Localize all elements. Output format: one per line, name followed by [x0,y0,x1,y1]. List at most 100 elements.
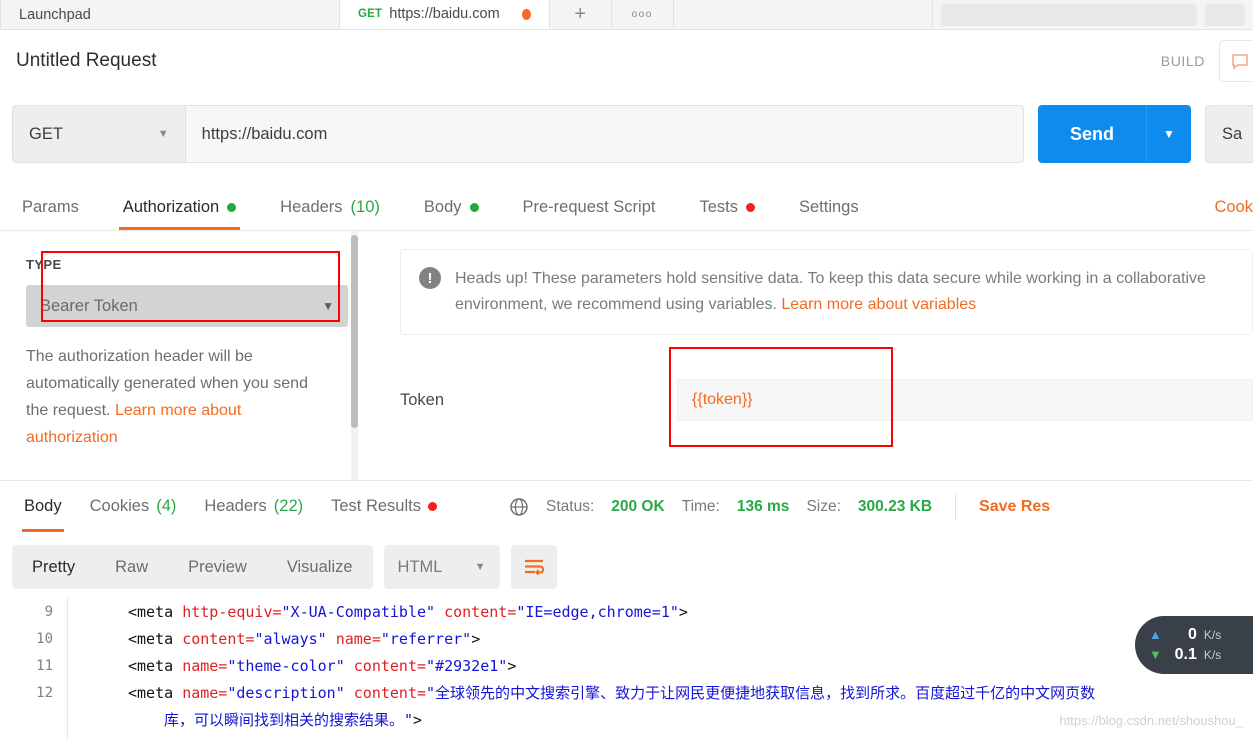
type-label: TYPE [26,257,62,272]
http-method-select[interactable]: GET ▼ [12,105,185,163]
line-number: 13 [0,733,68,740]
page-title: Untitled Request [16,50,157,71]
learn-more-variables-link[interactable]: Learn more about variables [781,296,976,313]
code-token: "#2932e1" [426,656,508,675]
exclamation-circle-icon: ! [419,267,441,289]
tab-label: Pre-request Script [522,198,656,216]
send-button-group: Send ▼ [1038,105,1191,163]
view-mode-visualize[interactable]: Visualize [267,545,373,589]
response-tab-cookies[interactable]: Cookies (4) [76,481,191,532]
arrow-up-icon: ▲ [1149,627,1162,642]
code-token: name= [182,656,228,675]
network-speed-widget[interactable]: ▲ 0 K/s ▼ 0.1 K/s [1135,616,1253,674]
tab-options-button[interactable]: ooo [611,0,674,29]
chevron-down-icon: ▼ [322,299,334,313]
code-line: 9 <meta http-equiv="X-UA-Compatible" cont… [0,598,1253,625]
scrollbar-thumb[interactable] [351,235,358,428]
code-text: 库，可以瞬间找到相关的搜索结果。"> [68,709,422,730]
format-value: HTML [397,557,443,576]
view-mode-segmented-control: Pretty Raw Preview Visualize [12,545,373,589]
postman-window: Launchpad GET https://baidu.com + ooo Un… [0,0,1253,740]
upload-speed-unit: K/s [1203,628,1222,642]
tab-label: Authorization [122,198,220,216]
method-value: GET [29,124,63,143]
header-right-controls: BUILD [1160,40,1253,82]
tab-request-get[interactable]: GET https://baidu.com [340,0,550,29]
code-token: "X-UA-Compatible" [281,602,436,621]
code-token: "always" [254,629,327,648]
status-label: Status: [546,497,595,515]
comment-button[interactable] [1219,40,1253,82]
tab-params[interactable]: Params [0,185,101,230]
code-token: <meta [128,684,183,702]
tab-count: (10) [350,198,380,216]
sensitive-data-notice: ! Heads up! These parameters hold sensit… [400,249,1253,335]
url-input[interactable]: https://baidu.com [184,105,1024,163]
comment-icon [1232,54,1248,70]
save-button[interactable]: Sa [1205,105,1253,163]
tab-label: Headers [280,198,343,216]
tab-launchpad[interactable]: Launchpad [0,0,340,29]
authorization-panel: TYPE Bearer Token ▼ The authorization he… [0,231,1253,480]
code-token: 库，可以瞬间找到相关的搜索结果。" [164,711,414,729]
response-format-select[interactable]: HTML ▼ [383,545,500,589]
url-row: GET ▼ https://baidu.com Send ▼ Sa [12,105,1253,163]
response-meta: Status: 200 OK Time: 136 ms Size: 300.23… [509,493,1050,520]
tab-settings[interactable]: Settings [777,185,881,230]
token-row: Token {{token}} [400,347,1253,447]
code-token: "referrer" [380,629,472,648]
status-dot-red [745,203,755,212]
tab-tests[interactable]: Tests [677,185,777,230]
cookies-link[interactable]: Cook [1214,185,1253,230]
code-token: <meta [128,656,183,675]
new-tab-button[interactable]: + [549,0,612,29]
code-token: <meta [128,602,183,621]
response-tab-body[interactable]: Body [10,481,76,532]
code-text: <meta name="theme-color" content="#2932e… [68,657,516,675]
view-mode-pretty[interactable]: Pretty [12,545,95,589]
code-token: "全球领先的中文搜索引擎、致力于让网民更便捷地获取信息，找到所求。百度超过千亿的… [426,684,1096,702]
word-wrap-button[interactable] [510,545,557,589]
response-tab-headers[interactable]: Headers (22) [190,481,317,532]
code-token: "theme-color" [227,656,345,675]
auth-panel-scrollbar[interactable] [351,231,358,480]
arrow-down-icon: ▼ [1149,647,1162,662]
tab-authorization[interactable]: Authorization [101,185,258,230]
code-token: "description" [227,684,345,702]
code-token: name= [182,684,228,702]
view-mode-preview[interactable]: Preview [168,545,267,589]
request-tabs: Params Authorization Headers (10) Body P… [0,185,1253,231]
save-response-button[interactable]: Save Res [979,498,1050,516]
token-input[interactable]: {{token}} [677,379,1253,421]
auth-type-section: TYPE Bearer Token ▼ The authorization he… [0,231,372,480]
tab-label: Launchpad [19,6,91,23]
search-input[interactable] [941,3,1197,26]
build-mode-label: BUILD [1160,53,1205,69]
auth-type-select[interactable]: Bearer Token ▼ [26,285,348,327]
send-options-button[interactable]: ▼ [1146,105,1191,163]
send-button[interactable]: Send [1038,105,1146,163]
response-view-toolbar: Pretty Raw Preview Visualize HTML ▼ [12,545,557,589]
size-label: Size: [806,497,841,515]
token-value: {{token}} [692,391,753,408]
tab-body[interactable]: Body [402,185,501,230]
code-token: > [413,711,423,729]
response-tab-test-results[interactable]: Test Results [317,481,451,532]
code-token: content= [182,629,255,648]
code-token: > [678,602,688,621]
tab-bar-search-area[interactable] [933,0,1253,29]
tab-pre-request-script[interactable]: Pre-request Script [501,185,678,230]
line-number: 11 [0,652,68,679]
view-mode-raw[interactable]: Raw [95,545,168,589]
status-dot-red [428,502,437,511]
search-aux-button[interactable] [1205,3,1245,26]
code-text: <meta http-equiv="X-UA-Compatible" conte… [68,603,688,621]
auth-type-value: Bearer Token [40,296,138,315]
chevron-down-icon: ▼ [1163,127,1175,141]
code-line: 11 <meta name="theme-color" content="#293… [0,652,1253,679]
code-token: <meta [128,629,183,648]
tab-headers[interactable]: Headers (10) [258,185,402,230]
